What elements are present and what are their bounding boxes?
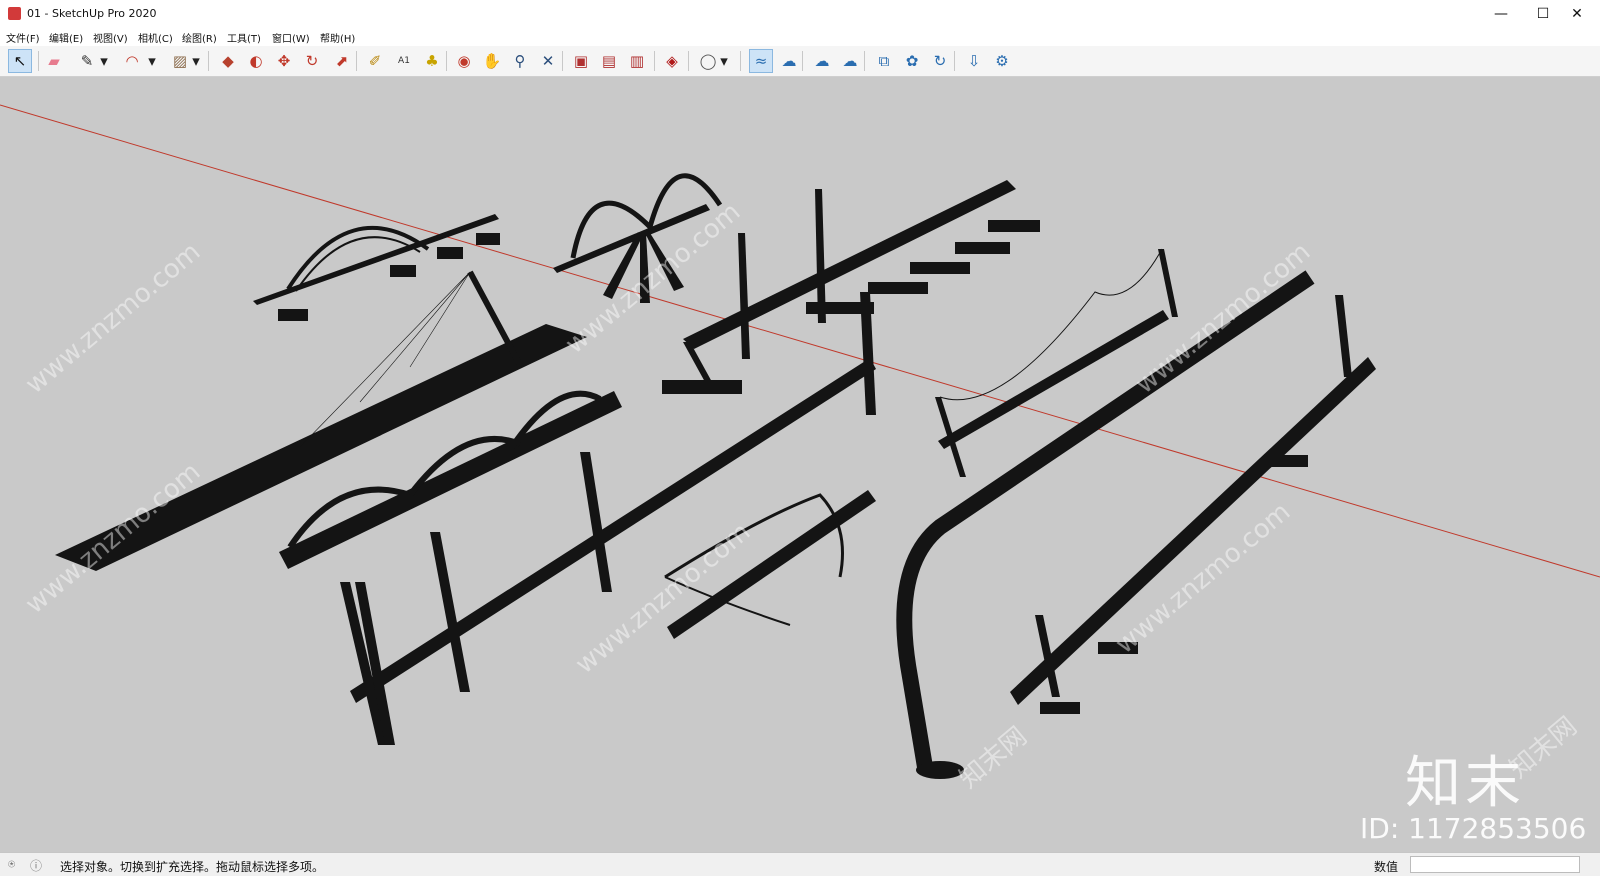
triple-arch-bridge[interactable]	[279, 390, 622, 569]
truss-arch-bridge[interactable]	[253, 214, 500, 321]
menu-view[interactable]: 视图(V)	[93, 30, 128, 45]
menu-window[interactable]: 窗口(W)	[272, 30, 310, 45]
toolbar-separator	[356, 51, 357, 71]
eraser-icon[interactable]: ▰	[42, 49, 66, 73]
rotate-icon[interactable]: ↻	[300, 49, 324, 73]
close-button[interactable]: ✕	[1554, 0, 1600, 28]
sandbox-from-contours-icon[interactable]: ≈	[749, 49, 773, 73]
toolbar-separator	[864, 51, 865, 71]
red-axis-line	[0, 104, 1600, 578]
push-pull-icon[interactable]: ◆	[216, 49, 240, 73]
toolbar-separator	[802, 51, 803, 71]
toolbar-separator	[446, 51, 447, 71]
info-icon[interactable]: ⓘ	[30, 857, 42, 874]
scale-icon[interactable]: ⬈	[330, 49, 354, 73]
menu-tools[interactable]: 工具(T)	[227, 30, 261, 45]
title-bar: 01 - SketchUp Pro 2020 — ☐ ✕	[0, 0, 1600, 28]
arc-icon[interactable]: ◠	[120, 49, 144, 73]
h-pylon-cable-stayed-bridge[interactable]	[340, 292, 876, 745]
text-icon[interactable]: A1	[392, 49, 416, 73]
dropdown-icon[interactable]: ▾	[146, 49, 158, 73]
menu-camera[interactable]: 相机(C)	[138, 30, 173, 45]
tape-measure-icon[interactable]: ✐	[363, 49, 387, 73]
brand-watermark: 知末	[1405, 751, 1525, 816]
measurements-label: 数值	[1374, 860, 1399, 874]
main-toolbar: ↖ ▰ ✎ ▾ ◠ ▾ ▨ ▾ ◆ ◐ ✥ ↻ ⬈ ✐ A1 ♣ ◉ ✋ ⚲ ✕ ▣ ▤ ▥ ◈ ◯ ▾ ≈ ☁ ☁ ☁ ⧉ ✿ ↻ ⇩ ⚙	[0, 46, 1600, 77]
window-title: 01 - SketchUp Pro 2020	[27, 7, 157, 20]
toolbar-separator	[38, 51, 39, 71]
rectangle-icon[interactable]: ▨	[168, 49, 192, 73]
sandbox-from-scratch-icon[interactable]: ☁	[777, 49, 801, 73]
download-icon[interactable]: ⇩	[962, 49, 986, 73]
geo-location-icon[interactable]: ⍟	[8, 857, 15, 872]
zoom-extents-icon[interactable]: ✕	[536, 49, 560, 73]
toolbar-separator	[208, 51, 209, 71]
measurements-input[interactable]	[1410, 856, 1580, 873]
status-message: 选择对象。切换到扩充选择。拖动鼠标选择多项。	[60, 860, 325, 874]
stamp-icon[interactable]: ☁	[838, 49, 862, 73]
select-icon[interactable]: ↖	[8, 49, 32, 73]
menu-bar: 文件(F) 编辑(E) 视图(V) 相机(C) 绘图(R) 工具(T) 窗口(W…	[0, 28, 1600, 46]
menu-help[interactable]: 帮助(H)	[320, 30, 355, 45]
zoom-icon[interactable]: ⚲	[508, 49, 532, 73]
dropdown-icon[interactable]: ▾	[190, 49, 202, 73]
toolbar-separator	[688, 51, 689, 71]
bridge-models[interactable]	[55, 173, 1376, 779]
menu-draw[interactable]: 绘图(R)	[182, 30, 217, 45]
smoove-icon[interactable]: ☁	[810, 49, 834, 73]
sketchup-logo-icon	[8, 7, 21, 20]
brand-id-watermark: ID: 1172853506	[1360, 812, 1587, 845]
dropdown-icon[interactable]: ▾	[718, 49, 730, 73]
settings-gear-icon[interactable]: ⚙	[990, 49, 1014, 73]
menu-edit[interactable]: 编辑(E)	[49, 30, 83, 45]
toolbar-separator	[954, 51, 955, 71]
extension-warehouse-icon[interactable]: ▥	[625, 49, 649, 73]
move-icon[interactable]: ✥	[272, 49, 296, 73]
orbit-icon[interactable]: ◉	[452, 49, 476, 73]
paint-bucket-icon[interactable]: ♣	[420, 49, 444, 73]
share-model-icon[interactable]: ▤	[597, 49, 621, 73]
menu-file[interactable]: 文件(F)	[6, 30, 40, 45]
minimize-button[interactable]: —	[1478, 0, 1524, 28]
pencil-icon[interactable]: ✎	[75, 49, 99, 73]
dropdown-icon[interactable]: ▾	[98, 49, 110, 73]
ruby-console-icon[interactable]: ◈	[660, 49, 684, 73]
model-viewport[interactable]: www.znzmo.com www.znzmo.com www.znzmo.co…	[0, 77, 1600, 852]
offset-icon[interactable]: ◐	[244, 49, 268, 73]
warehouse-icon[interactable]: ▣	[569, 49, 593, 73]
toolbar-separator	[562, 51, 563, 71]
pan-icon[interactable]: ✋	[480, 49, 504, 73]
flip-edge-icon[interactable]: ↻	[928, 49, 952, 73]
toolbar-separator	[740, 51, 741, 71]
bridge-models-scene[interactable]	[0, 77, 1600, 852]
account-icon[interactable]: ◯	[696, 49, 720, 73]
toolbar-separator	[654, 51, 655, 71]
status-bar: ⍟ ⓘ 选择对象。切换到扩充选择。拖动鼠标选择多项。 数值	[0, 852, 1600, 876]
add-detail-icon[interactable]: ✿	[900, 49, 924, 73]
drape-icon[interactable]: ⧉	[872, 49, 896, 73]
